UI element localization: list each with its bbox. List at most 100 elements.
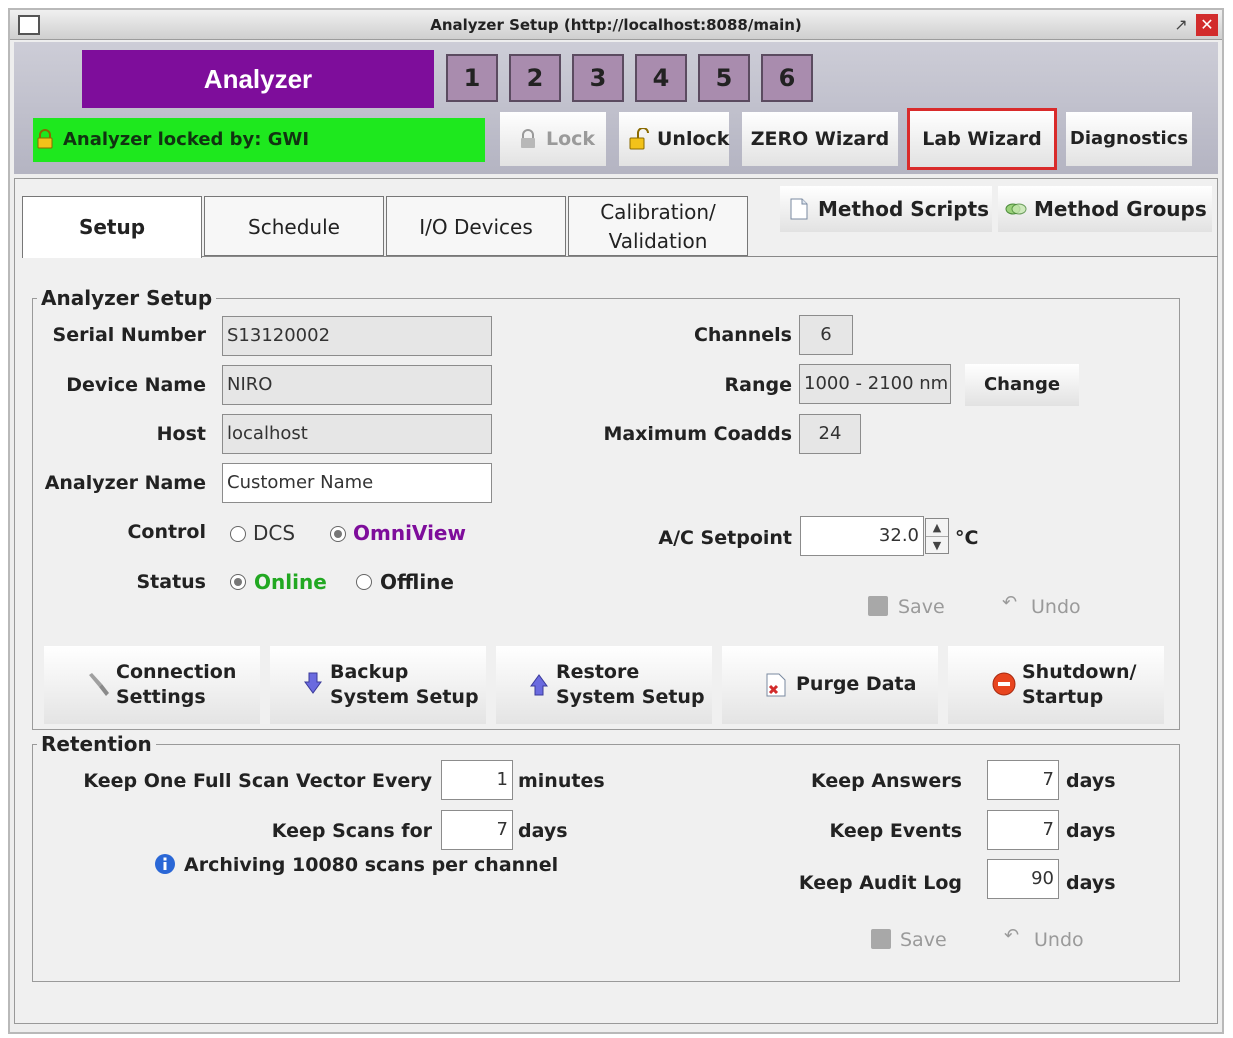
analyzer-name-input[interactable]: Customer Name	[222, 463, 492, 503]
status-online-radio[interactable]	[230, 574, 246, 590]
serial-number-label: Serial Number	[52, 324, 206, 346]
keep-answers-label: Keep Answers	[810, 770, 962, 792]
channel-button-6[interactable]: 6	[761, 54, 813, 102]
archiving-info-text: Archiving 10080 scans per channel	[184, 854, 559, 876]
info-icon	[155, 854, 175, 874]
status-online-label: Online	[254, 570, 327, 594]
connection-settings-button[interactable]: Connection Settings	[44, 646, 260, 724]
shutdown-startup-button[interactable]: Shutdown/ Startup	[948, 646, 1164, 724]
diagnostics-button[interactable]: Diagnostics	[1066, 112, 1192, 166]
host-field: localhost	[222, 414, 492, 454]
tab-io-devices[interactable]: I/O Devices	[386, 196, 566, 256]
lock-button[interactable]: Lock	[500, 112, 606, 166]
restore-line1: Restore	[556, 661, 640, 683]
close-icon[interactable]: ✕	[1196, 14, 1218, 36]
spinner-up-icon[interactable]: ▲	[926, 519, 948, 536]
device-name-field: NIRO	[222, 365, 492, 405]
unlock-button-label: Unlock	[657, 128, 730, 150]
stop-icon	[992, 672, 1016, 696]
control-dcs-radio[interactable]	[230, 526, 246, 542]
arrow-up-icon	[530, 674, 548, 696]
retention-undo-button[interactable]: Undo	[1034, 929, 1084, 951]
wrench-icon	[89, 673, 109, 696]
tab-divider	[202, 256, 1218, 257]
control-dcs-label: DCS	[253, 521, 296, 545]
keep-scans-unit: days	[518, 820, 568, 842]
keep-audit-log-label: Keep Audit Log	[798, 872, 962, 894]
keep-scans-input[interactable]: 7	[441, 810, 513, 850]
channel-button-5[interactable]: 5	[698, 54, 750, 102]
method-scripts-label: Method Scripts	[818, 197, 990, 221]
channel-button-1[interactable]: 1	[446, 54, 498, 102]
keep-scans-label: Keep Scans for	[271, 820, 432, 842]
retention-save-button[interactable]: Save	[900, 929, 947, 951]
ac-setpoint-spinner[interactable]: ▲ ▼	[925, 518, 949, 554]
keep-events-input[interactable]: 7	[987, 810, 1059, 850]
spinner-down-icon[interactable]: ▼	[926, 536, 948, 554]
backup-system-setup-button[interactable]: Backup System Setup	[270, 646, 486, 724]
host-label: Host	[156, 423, 206, 445]
save-icon	[871, 929, 891, 949]
purge-data-label: Purge Data	[796, 673, 917, 695]
retention-legend: Retention	[41, 732, 152, 756]
analyzer-setup-legend: Analyzer Setup	[41, 286, 213, 310]
lock-button-label: Lock	[546, 128, 596, 150]
device-name-label: Device Name	[66, 374, 206, 396]
control-label: Control	[127, 521, 206, 543]
full-scan-label: Keep One Full Scan Vector Every	[83, 770, 432, 792]
setup-save-button[interactable]: Save	[898, 596, 945, 618]
control-omniview-label: OmniView	[353, 521, 466, 545]
window-title: Analyzer Setup (http://localhost:8088/ma…	[430, 16, 802, 34]
channel-button-3[interactable]: 3	[572, 54, 624, 102]
connection-settings-line1: Connection	[116, 661, 237, 683]
channel-button-2[interactable]: 2	[509, 54, 561, 102]
undo-icon: ↶	[1004, 925, 1020, 946]
brand-label: Analyzer	[82, 50, 434, 108]
tab-calibration-line2: Validation	[608, 229, 708, 253]
serial-number-field: S13120002	[222, 316, 492, 356]
lock-icon	[521, 129, 535, 148]
tab-schedule[interactable]: Schedule	[204, 196, 384, 256]
max-coadds-label: Maximum Coadds	[603, 423, 792, 445]
control-omniview-radio[interactable]	[330, 526, 346, 542]
tab-calibration-validation[interactable]: Calibration/ Validation	[568, 196, 748, 256]
purge-data-button[interactable]: Purge Data	[722, 646, 938, 724]
keep-audit-log-input[interactable]: 90	[987, 859, 1059, 899]
status-label: Status	[136, 571, 206, 593]
ac-setpoint-unit: °C	[955, 527, 979, 549]
lab-wizard-button[interactable]: Lab Wizard	[907, 108, 1057, 170]
range-label: Range	[724, 374, 792, 396]
ac-setpoint-input[interactable]: 32.0	[800, 516, 924, 556]
keep-events-label: Keep Events	[829, 820, 962, 842]
method-scripts-button[interactable]: Method Scripts	[780, 186, 992, 232]
lock-icon	[37, 129, 53, 149]
zero-wizard-button[interactable]: ZERO Wizard	[742, 112, 898, 166]
full-scan-unit: minutes	[518, 770, 605, 792]
shutdown-line1: Shutdown/	[1022, 661, 1137, 683]
range-field: 1000 - 2100 nm	[799, 364, 951, 404]
keep-events-unit: days	[1066, 820, 1116, 842]
channels-label: Channels	[693, 324, 792, 346]
keep-answers-input[interactable]: 7	[987, 760, 1059, 800]
channel-button-4[interactable]: 4	[635, 54, 687, 102]
status-offline-label: Offline	[380, 570, 454, 594]
keep-answers-unit: days	[1066, 770, 1116, 792]
restore-system-setup-button[interactable]: Restore System Setup	[496, 646, 712, 724]
shutdown-line2: Startup	[1022, 686, 1104, 708]
unlock-icon	[629, 128, 649, 150]
backup-line2: System Setup	[330, 686, 479, 708]
tab-setup[interactable]: Setup	[22, 196, 202, 258]
document-icon	[790, 198, 808, 220]
tab-calibration-line1: Calibration/	[600, 200, 716, 224]
change-range-button[interactable]: Change	[965, 364, 1079, 406]
restore-line2: System Setup	[556, 686, 705, 708]
setup-undo-button[interactable]: Undo	[1031, 596, 1081, 618]
full-scan-input[interactable]: 1	[441, 760, 513, 800]
status-offline-radio[interactable]	[356, 574, 372, 590]
lock-status-bar: Analyzer locked by: GWI	[33, 118, 485, 162]
maximize-icon[interactable]: ↗	[1170, 14, 1192, 36]
method-groups-icon	[1005, 203, 1027, 215]
method-groups-button[interactable]: Method Groups	[998, 186, 1212, 232]
max-coadds-field: 24	[799, 414, 861, 454]
unlock-button[interactable]: Unlock	[619, 112, 729, 166]
